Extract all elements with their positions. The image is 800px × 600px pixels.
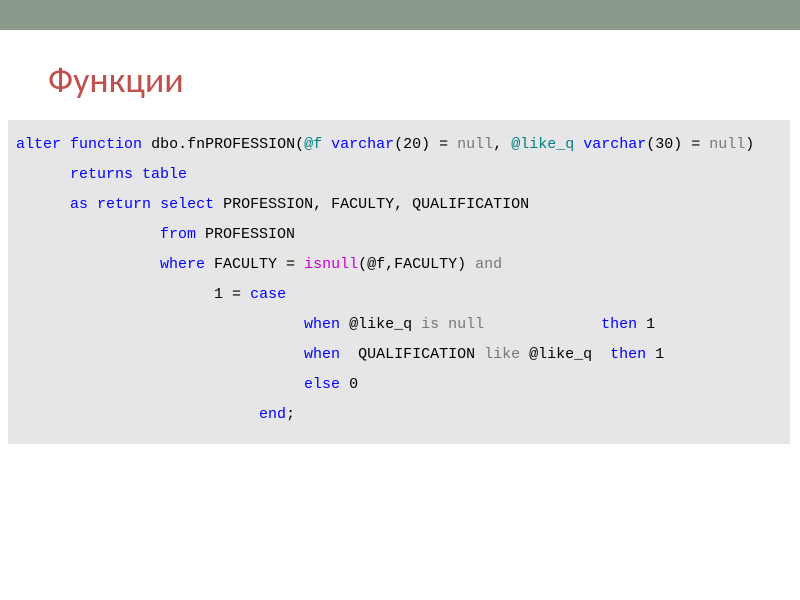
kw-end: end bbox=[259, 406, 286, 423]
kw-else: else bbox=[304, 376, 340, 393]
kw-null2: null bbox=[709, 136, 745, 153]
rparen: ) bbox=[745, 136, 754, 153]
semicolon: ; bbox=[286, 406, 295, 423]
kw-return: return bbox=[97, 196, 151, 213]
kw-then1: then bbox=[601, 316, 637, 333]
slide: Функции alter function dbo.fnPROFESSION(… bbox=[0, 30, 800, 600]
kw-returns: returns bbox=[70, 166, 133, 183]
slide-title: Функции bbox=[48, 58, 800, 102]
kw-is: is bbox=[421, 316, 439, 333]
then2-val: 1 bbox=[646, 346, 664, 363]
kw-varchar2: varchar bbox=[583, 136, 646, 153]
kw-function: function bbox=[70, 136, 142, 153]
kw-where: where bbox=[160, 256, 205, 273]
from-table: PROFESSION bbox=[196, 226, 295, 243]
where-faculty: FACULTY = bbox=[205, 256, 304, 273]
when2-cond-a: QUALIFICATION bbox=[340, 346, 484, 363]
kw-null3: null bbox=[448, 316, 484, 333]
kw-then2: then bbox=[610, 346, 646, 363]
kw-alter: alter bbox=[16, 136, 61, 153]
one-equals: 1 = bbox=[214, 286, 250, 303]
kw-null1: null bbox=[457, 136, 493, 153]
else-val: 0 bbox=[340, 376, 358, 393]
varchar1-args: (20) = bbox=[394, 136, 457, 153]
isnull-args: (@f,FACULTY) bbox=[358, 256, 475, 273]
kw-case: case bbox=[250, 286, 286, 303]
func-name: dbo.fnPROFESSION bbox=[151, 136, 295, 153]
kw-select: select bbox=[160, 196, 214, 213]
lparen: ( bbox=[295, 136, 304, 153]
param-f: @f bbox=[304, 136, 322, 153]
fn-isnull: isnull bbox=[304, 256, 358, 273]
select-cols: PROFESSION, FACULTY, QUALIFICATION bbox=[214, 196, 529, 213]
when2-cond-b: @like_q bbox=[520, 346, 610, 363]
kw-varchar1: varchar bbox=[331, 136, 394, 153]
kw-like: like bbox=[484, 346, 520, 363]
pad1 bbox=[484, 316, 601, 333]
comma1: , bbox=[493, 136, 511, 153]
kw-from: from bbox=[160, 226, 196, 243]
kw-and: and bbox=[475, 256, 502, 273]
then1-val: 1 bbox=[637, 316, 655, 333]
kw-when2: when bbox=[304, 346, 340, 363]
when1-cond-a: @like_q bbox=[340, 316, 421, 333]
kw-table: table bbox=[142, 166, 187, 183]
kw-when1: when bbox=[304, 316, 340, 333]
param-likeq: @like_q bbox=[511, 136, 574, 153]
kw-as: as bbox=[70, 196, 88, 213]
sql-code-block: alter function dbo.fnPROFESSION(@f varch… bbox=[8, 120, 790, 444]
varchar2-args: (30) = bbox=[646, 136, 709, 153]
